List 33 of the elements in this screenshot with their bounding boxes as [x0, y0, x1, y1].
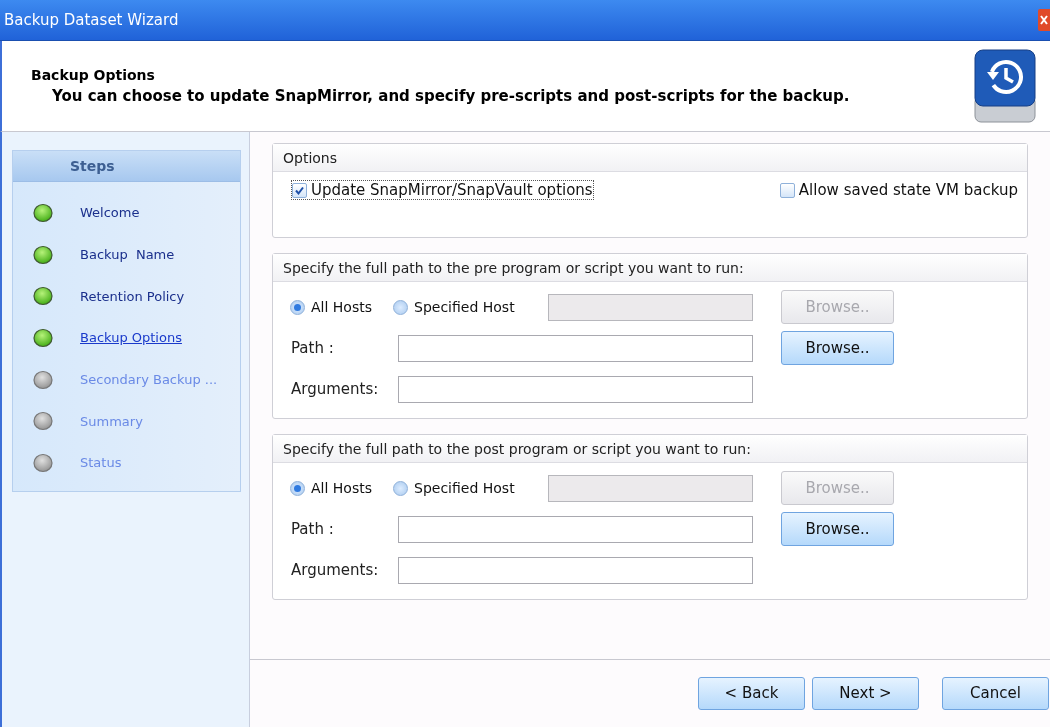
step-link[interactable]: Retention Policy [80, 288, 185, 304]
radio-option[interactable]: Specified Host [393, 299, 548, 315]
field-label: Arguments: [290, 561, 380, 579]
radio-option[interactable]: All Hosts [283, 480, 393, 496]
wizard-button[interactable]: Cancel [942, 676, 1049, 710]
browse-button[interactable]: Browse.. [781, 331, 894, 365]
path-field[interactable] [398, 515, 753, 543]
browse-button[interactable]: Browse.. [781, 512, 894, 546]
checkbox[interactable]: Allow saved state VM backup [778, 180, 1019, 200]
steps-title: Steps [70, 158, 115, 174]
wizard-button[interactable]: < Back [698, 676, 805, 710]
checkbox[interactable]: Update SnapMirror/SnapVault options [291, 180, 594, 200]
arguments-field[interactable] [398, 375, 753, 403]
page-title: Backup Options [31, 67, 156, 83]
window-title: Backup Dataset Wizard [3, 11, 179, 29]
backup-disk-icon [972, 46, 1038, 126]
step-link[interactable]: Backup Name [80, 247, 175, 263]
field-label: Path : [290, 520, 335, 538]
group-title: Specify the full path to the post program or script you want to run: [283, 440, 751, 457]
field-label: Path : [290, 339, 335, 357]
arguments-field[interactable] [398, 556, 753, 584]
step-link[interactable]: Welcome [80, 205, 140, 221]
path-field[interactable] [398, 334, 753, 362]
page-subtitle: You can choose to update SnapMirror, and specify pre-scripts and post-scripts for the backup. [51, 87, 850, 105]
field-label: Arguments: [290, 380, 380, 398]
radio-option[interactable]: All Hosts [283, 299, 393, 315]
group-title: Specify the full path to the pre program or script you want to run: [283, 259, 744, 276]
radio-option[interactable]: Specified Host [393, 480, 548, 496]
group-title: Options [283, 149, 338, 166]
step-link[interactable]: Backup Options [80, 330, 182, 346]
close-button[interactable] [1038, 9, 1050, 31]
check-icon [294, 184, 305, 196]
wizard-button[interactable]: Next > [812, 676, 919, 710]
